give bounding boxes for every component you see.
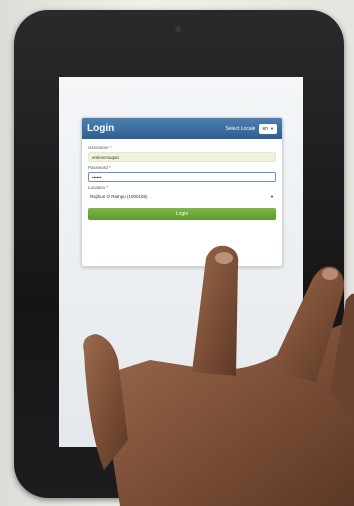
hand-image bbox=[83, 245, 354, 506]
